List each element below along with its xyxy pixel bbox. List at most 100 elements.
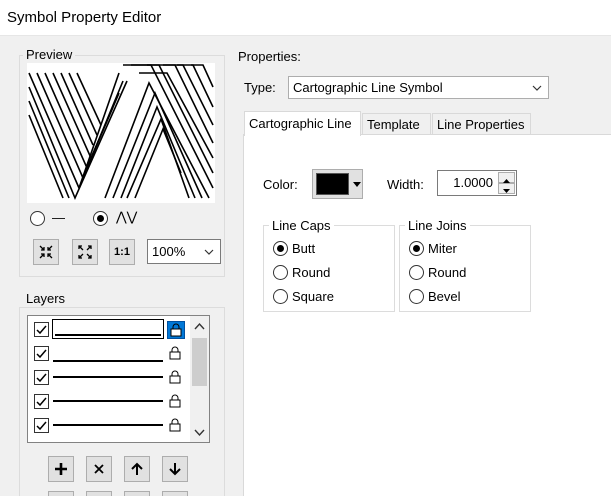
layers-list[interactable]: [27, 315, 210, 443]
type-label: Type:: [244, 80, 276, 95]
layer-extra-button[interactable]: [48, 491, 74, 496]
chevron-down-icon: [194, 429, 205, 437]
plus-icon: [55, 463, 67, 475]
arrow-down-icon: [169, 463, 181, 476]
layer-visible-checkbox[interactable]: [34, 322, 49, 337]
zigzag-line-radio[interactable]: [93, 211, 108, 226]
layer-row[interactable]: [28, 413, 190, 437]
cap-butt-label[interactable]: Butt: [292, 241, 315, 256]
zoom-in-button[interactable]: [33, 239, 59, 265]
width-value[interactable]: 1.0000: [453, 175, 493, 190]
padlock-icon: [169, 418, 181, 432]
layer-extra-button[interactable]: [86, 491, 112, 496]
layer-row[interactable]: [28, 317, 190, 341]
layer-line-swatch: [52, 319, 164, 339]
checkmark-icon: [36, 373, 47, 383]
single-line-icon: —: [52, 210, 65, 225]
lock-icon[interactable]: [167, 321, 185, 339]
layer-extra-button[interactable]: [162, 491, 188, 496]
checkmark-icon: [36, 421, 47, 431]
symbol-type-select[interactable]: Cartographic Line Symbol: [288, 76, 549, 99]
line-preview: [53, 400, 163, 402]
layer-visible-checkbox[interactable]: [34, 346, 49, 361]
width-spinner[interactable]: 1.0000: [437, 170, 517, 196]
layer-visible-checkbox[interactable]: [34, 394, 49, 409]
move-layer-up-button[interactable]: [124, 456, 150, 482]
tab-content-panel: [243, 134, 611, 496]
preview-line-pattern: [28, 64, 214, 201]
line-caps-label: Line Caps: [269, 218, 334, 233]
color-picker-button[interactable]: [312, 169, 363, 199]
collapse-arrows-icon: [39, 245, 53, 259]
join-miter-radio[interactable]: [409, 241, 424, 256]
chevron-up-icon: [194, 322, 205, 330]
padlock-icon: [170, 323, 182, 337]
join-bevel-radio[interactable]: [409, 289, 424, 304]
cap-square-label[interactable]: Square: [292, 289, 334, 304]
zigzag-line-icon: ⋀⋁: [116, 209, 138, 224]
layer-visible-checkbox[interactable]: [34, 370, 49, 385]
layer-row[interactable]: [28, 341, 190, 365]
line-preview: [53, 424, 163, 426]
symbol-type-value: Cartographic Line Symbol: [293, 80, 443, 95]
join-miter-label[interactable]: Miter: [428, 241, 457, 256]
line-preview: [53, 360, 163, 362]
padlock-icon: [169, 346, 181, 360]
join-round-radio[interactable]: [409, 265, 424, 280]
caret-down-icon: [353, 182, 361, 187]
move-layer-down-button[interactable]: [162, 456, 188, 482]
color-swatch: [316, 173, 349, 195]
zoom-select[interactable]: 100%: [147, 239, 221, 264]
one-to-one-icon: 1:1: [114, 246, 130, 258]
lock-icon[interactable]: [167, 369, 185, 387]
line-preview: [55, 334, 161, 336]
close-icon: [94, 464, 104, 474]
color-label: Color:: [263, 177, 298, 192]
layer-extra-button[interactable]: [124, 491, 150, 496]
lock-icon[interactable]: [167, 393, 185, 411]
layers-label: Layers: [23, 291, 69, 306]
expand-arrows-icon: [78, 245, 92, 259]
preview-canvas: [27, 63, 215, 203]
triangle-down-icon: [503, 189, 510, 193]
chevron-down-icon: [204, 249, 214, 255]
join-bevel-label[interactable]: Bevel: [428, 289, 461, 304]
zoom-value: 100%: [152, 244, 186, 259]
layer-row[interactable]: [28, 389, 190, 413]
layer-row[interactable]: [28, 365, 190, 389]
padlock-icon: [169, 394, 181, 408]
title-bar: Symbol Property Editor: [0, 0, 611, 36]
single-line-radio[interactable]: [30, 211, 45, 226]
padlock-icon: [169, 370, 181, 384]
cap-butt-radio[interactable]: [273, 241, 288, 256]
width-decrement[interactable]: [498, 183, 515, 194]
chevron-down-icon: [532, 85, 542, 91]
preview-label: Preview: [23, 47, 76, 62]
width-increment[interactable]: [498, 172, 515, 183]
scrollbar-thumb[interactable]: [192, 338, 207, 386]
cap-round-label[interactable]: Round: [292, 265, 330, 280]
width-label: Width:: [387, 177, 424, 192]
lock-icon[interactable]: [167, 417, 185, 435]
tab-template[interactable]: Template: [362, 113, 431, 135]
zoom-out-button[interactable]: [72, 239, 98, 265]
checkmark-icon: [36, 397, 47, 407]
line-preview: [53, 376, 163, 378]
line-joins-label: Line Joins: [405, 218, 470, 233]
actual-size-button[interactable]: 1:1: [109, 239, 135, 265]
cap-square-radio[interactable]: [273, 289, 288, 304]
join-round-label[interactable]: Round: [428, 265, 466, 280]
layers-scrollbar[interactable]: [190, 316, 209, 442]
layer-visible-checkbox[interactable]: [34, 418, 49, 433]
lock-icon[interactable]: [167, 345, 185, 363]
window-title: Symbol Property Editor: [7, 9, 162, 26]
checkmark-icon: [36, 349, 47, 359]
arrow-up-icon: [131, 462, 143, 475]
cap-round-radio[interactable]: [273, 265, 288, 280]
tab-line-properties[interactable]: Line Properties: [432, 113, 531, 135]
properties-label: Properties:: [238, 49, 301, 64]
tab-cartographic-line[interactable]: Cartographic Line: [244, 111, 361, 136]
remove-layer-button[interactable]: [86, 456, 112, 482]
add-layer-button[interactable]: [48, 456, 74, 482]
checkmark-icon: [36, 325, 47, 335]
